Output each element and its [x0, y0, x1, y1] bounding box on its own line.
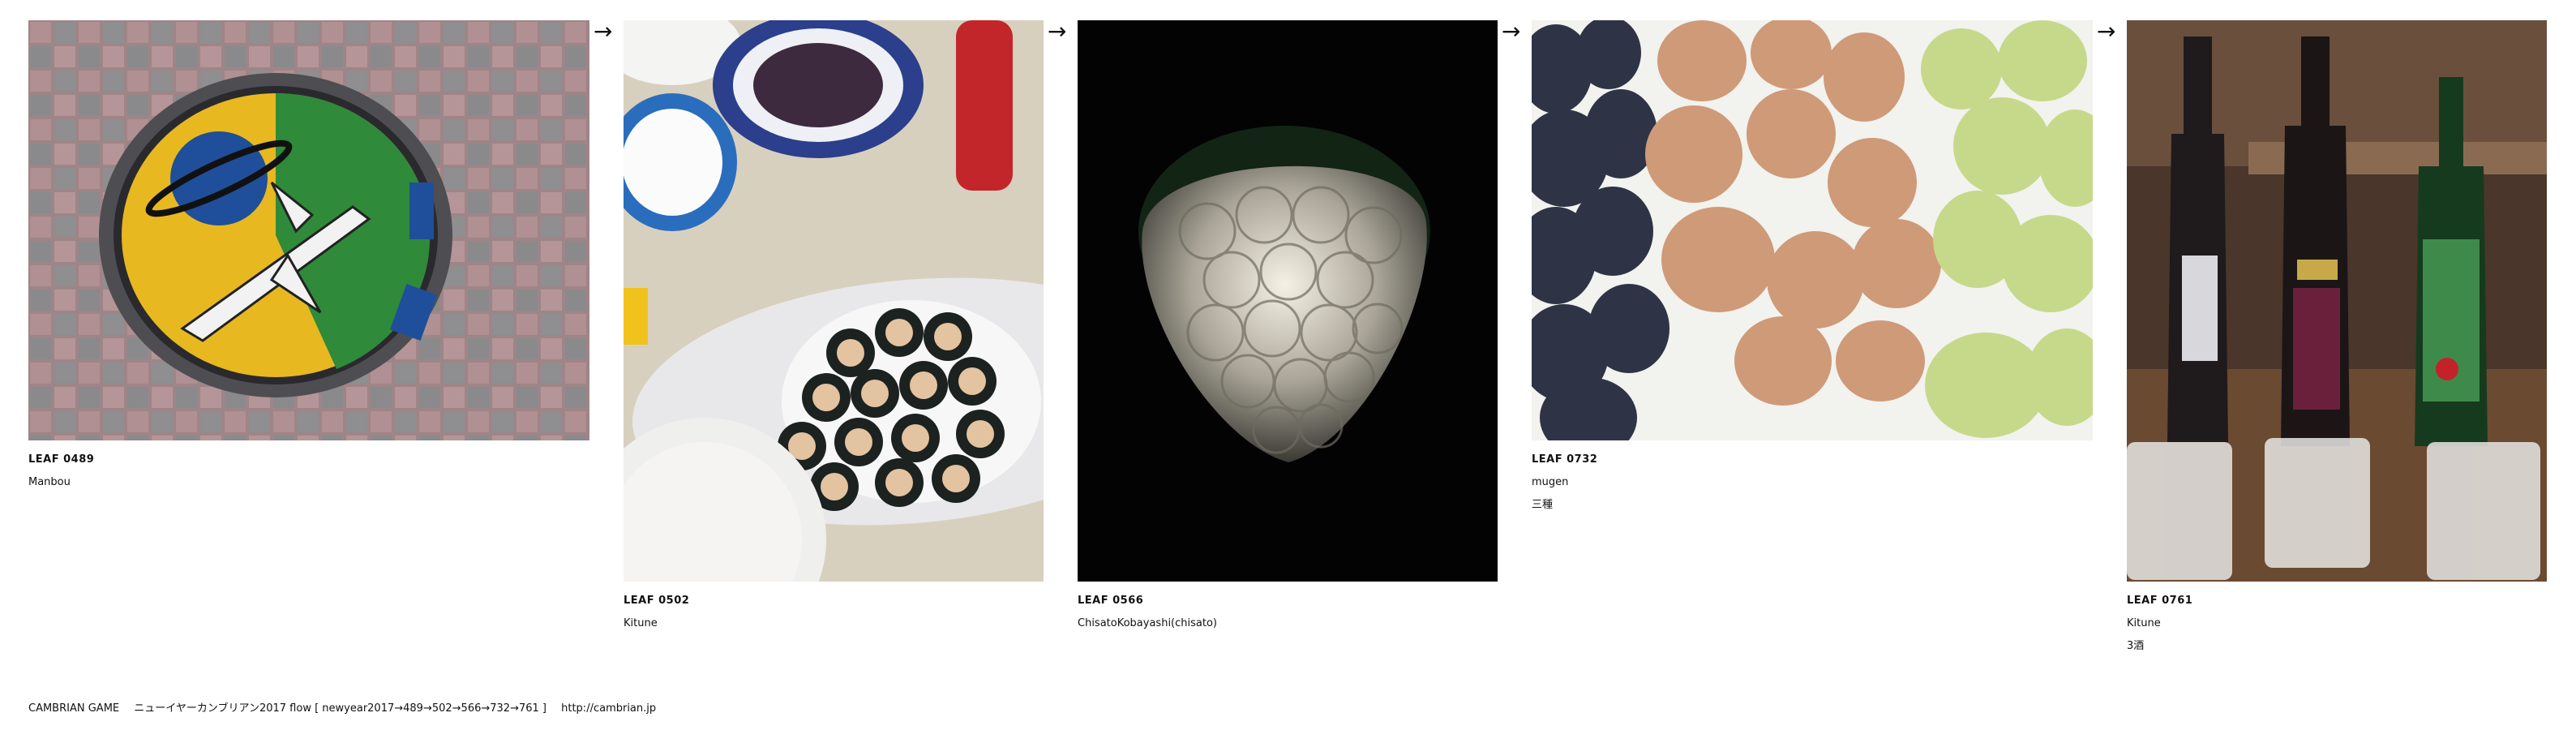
footer-url-link[interactable]: http://cambrian.jp: [561, 702, 656, 715]
leaf-card-0761[interactable]: LEAF 0761 Kitune 3酒: [2127, 20, 2547, 658]
flow-arrow-icon: →: [594, 18, 613, 45]
leaf-author[interactable]: ChisatoKobayashi(chisato): [1078, 612, 1498, 635]
leaf-id[interactable]: LEAF 0761: [2127, 590, 2547, 612]
sushi-rolls-photo[interactable]: [624, 20, 1044, 582]
leaf-author[interactable]: mugen: [1532, 471, 2093, 494]
leaf-author[interactable]: Kitune: [624, 612, 1044, 635]
leaf-id[interactable]: LEAF 0566: [1078, 590, 1498, 612]
grapes-image: [1532, 20, 2093, 440]
manhole-cover-photo[interactable]: [28, 20, 589, 440]
manhole-image: [28, 20, 589, 440]
leaf-card-0489[interactable]: LEAF 0489 Manbou: [28, 20, 589, 494]
leaf-id[interactable]: LEAF 0502: [624, 590, 1044, 612]
sake-image: [2127, 20, 2547, 582]
flow-arrow-icon: →: [1048, 18, 1067, 45]
flow-arrow-icon: →: [1502, 18, 1521, 45]
grape-lamp-image: [1078, 20, 1498, 582]
leaf-id[interactable]: LEAF 0489: [28, 449, 589, 471]
grape-lamp-photo[interactable]: [1078, 20, 1498, 582]
flow-arrow-icon: →: [2097, 18, 2116, 45]
footer-flow: ニューイヤーカンブリアン2017 flow [ newyear2017→489→…: [134, 702, 546, 715]
leaf-caption: 三種: [1532, 499, 1554, 511]
leaf-author[interactable]: Manbou: [28, 471, 589, 494]
leaf-id[interactable]: LEAF 0732: [1532, 449, 2093, 471]
leaf-author[interactable]: Kitune: [2127, 612, 2547, 635]
footer: CAMBRIAN GAME ニューイヤーカンブリアン2017 flow [ ne…: [28, 699, 656, 715]
leaf-card-0502[interactable]: LEAF 0502 Kitune: [624, 20, 1044, 635]
sake-bottles-photo[interactable]: [2127, 20, 2547, 582]
footer-title[interactable]: CAMBRIAN GAME: [28, 702, 119, 715]
sushi-image: [624, 20, 1044, 582]
leaf-card-0566[interactable]: LEAF 0566 ChisatoKobayashi(chisato): [1078, 20, 1498, 635]
leaf-caption: 3酒: [2127, 640, 2145, 652]
leaf-card-0732[interactable]: LEAF 0732 mugen 三種: [1532, 20, 2093, 517]
grapes-photo[interactable]: [1532, 20, 2093, 440]
